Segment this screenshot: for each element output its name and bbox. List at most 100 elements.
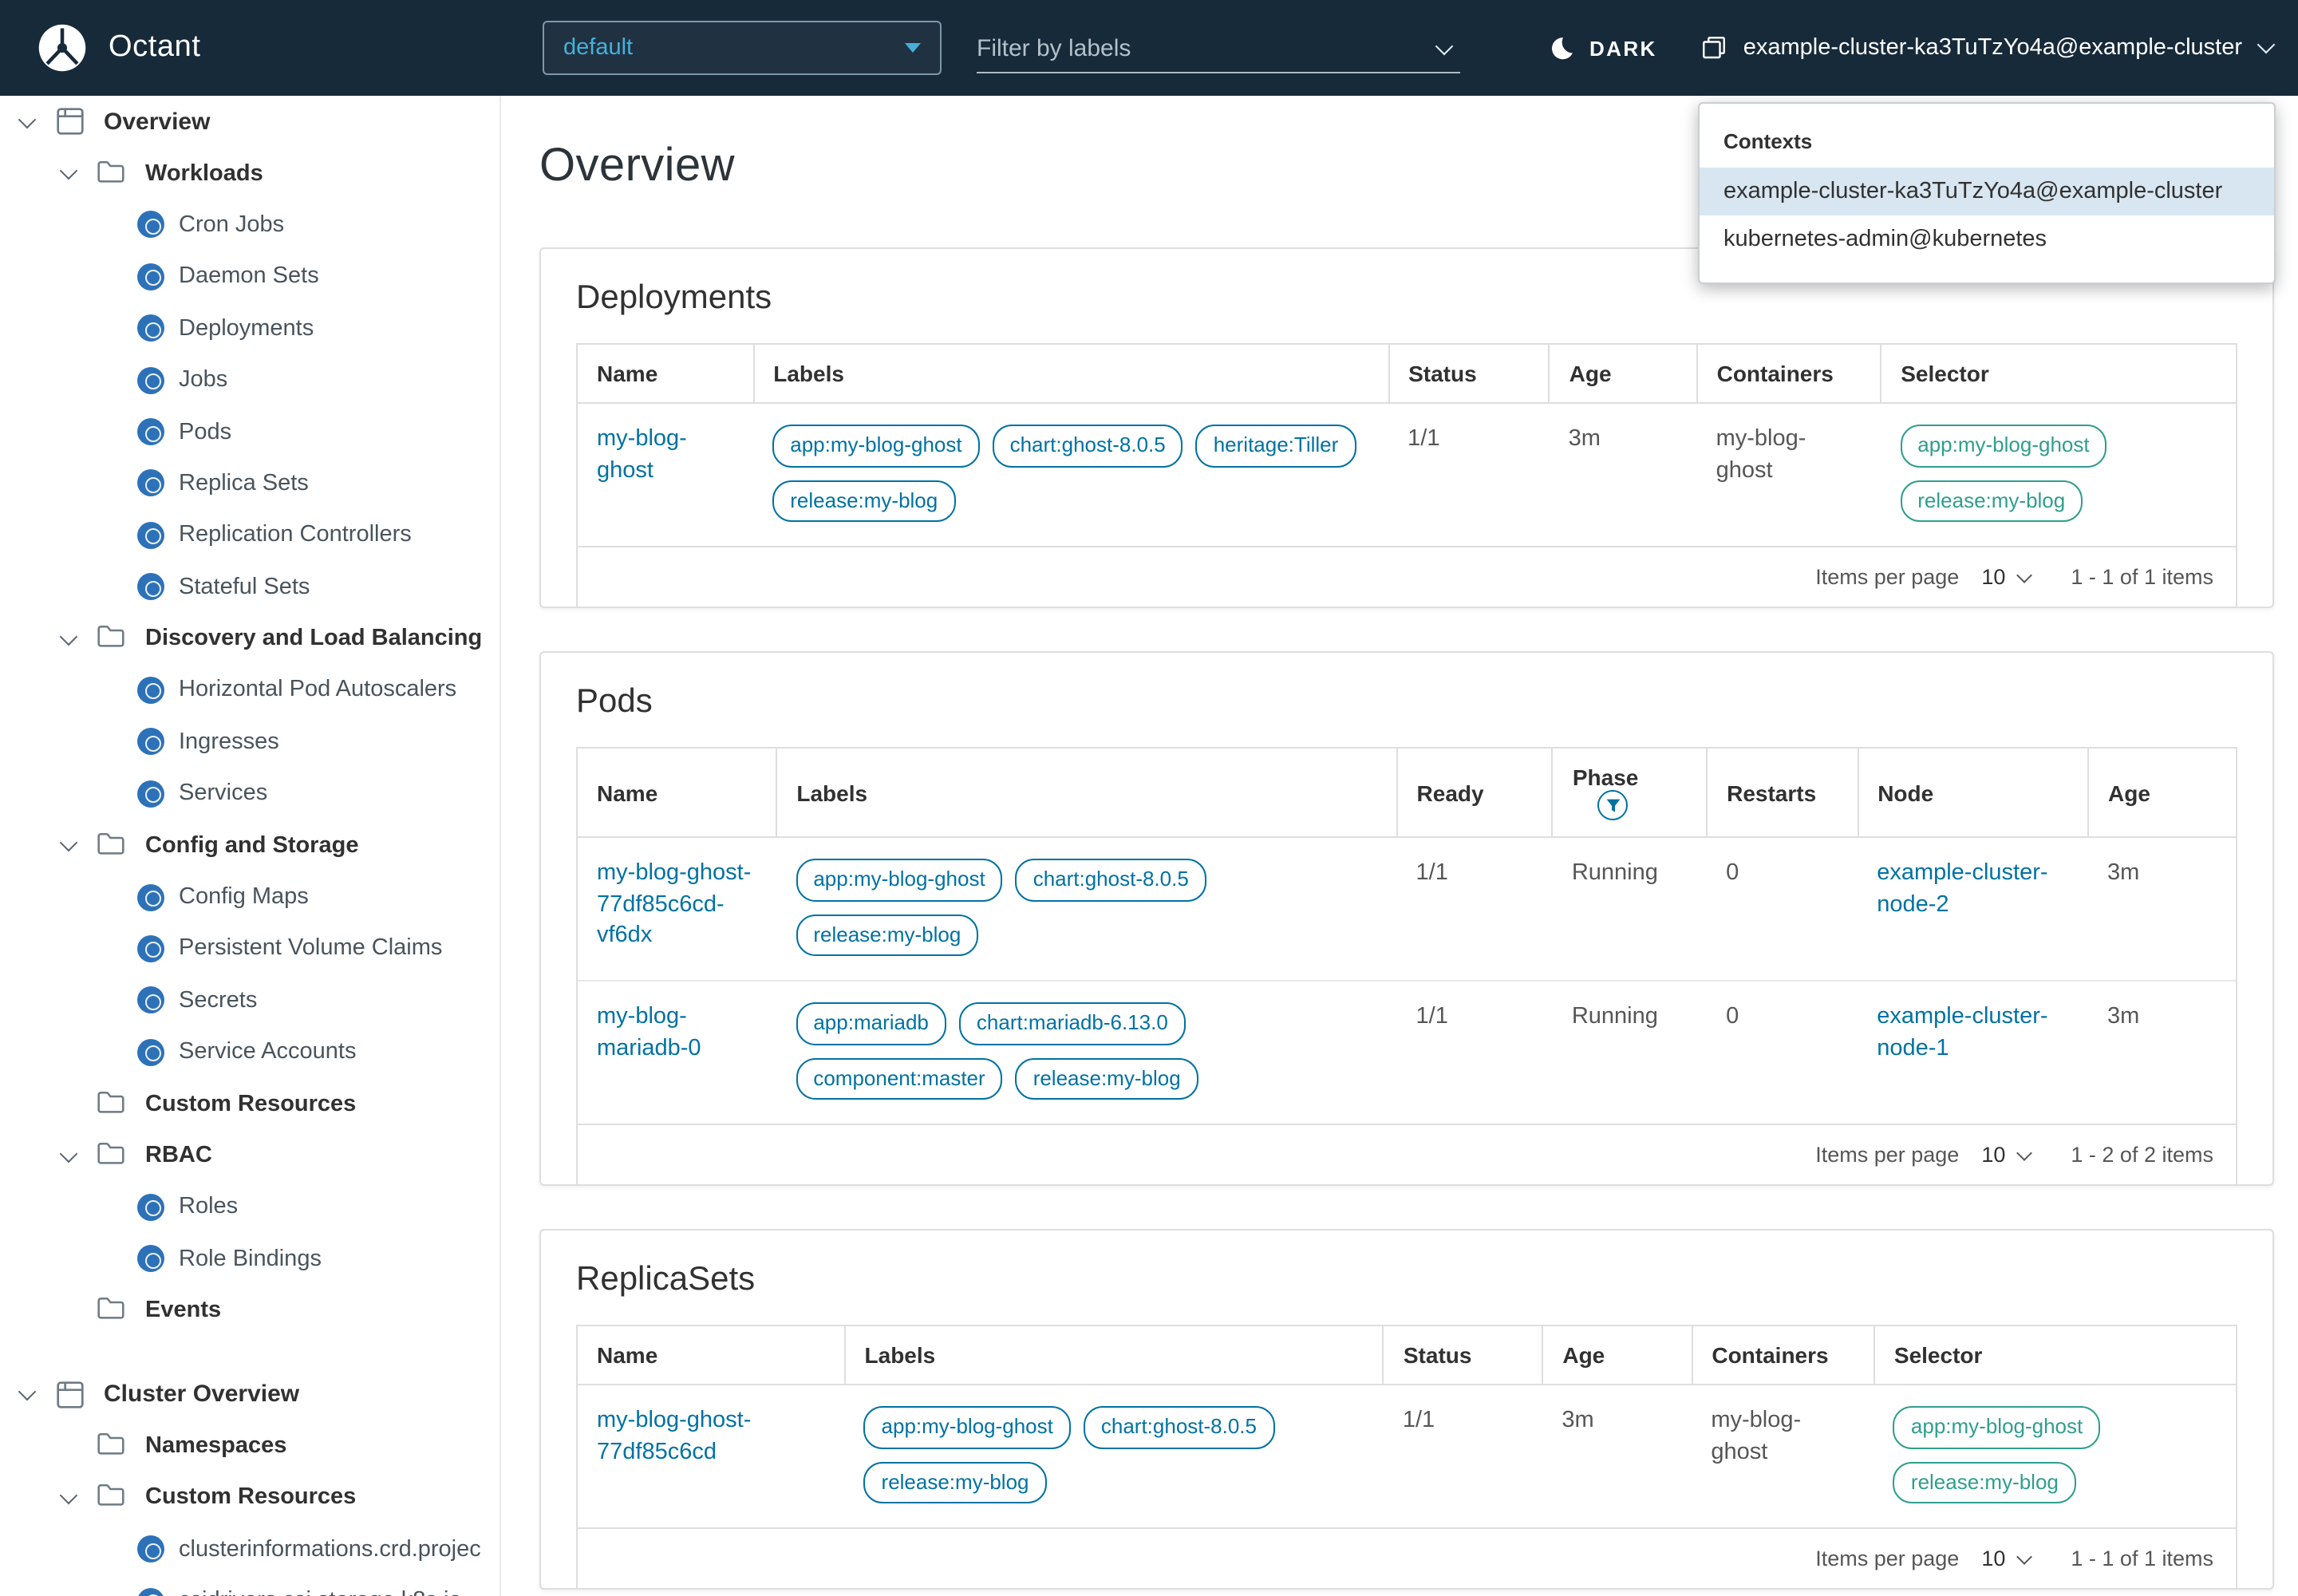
ingresses-icon: [137, 729, 164, 756]
context-menu-item[interactable]: example-cluster-ka3TuTzYo4a@example-clus…: [1700, 168, 2274, 215]
sidebar-item-clusterinformations-crd-projec[interactable]: clusterinformations.crd.projec: [0, 1523, 499, 1575]
sidebar-item-deployments[interactable]: Deployments: [0, 302, 499, 354]
sidebar-item-custom-resources[interactable]: Custom Resources: [0, 1078, 499, 1130]
folder-icon: [97, 831, 126, 859]
chevron-down-icon: [2016, 1549, 2032, 1565]
namespace-select[interactable]: default: [543, 21, 942, 75]
sidebar-item-label: Events: [145, 1298, 221, 1323]
sidebar-item-label: Custom Resources: [145, 1485, 356, 1511]
sidebar-item-config-and-storage[interactable]: Config and Storage: [0, 820, 499, 871]
column-header-label: Name: [597, 1343, 657, 1369]
context-menu-item[interactable]: kubernetes-admin@kubernetes: [1700, 215, 2274, 263]
sidebar-item-label: Persistent Volume Claims: [179, 936, 442, 962]
page-size-select[interactable]: 10: [1981, 1547, 2029, 1571]
column-header-restarts: Restarts: [1707, 749, 1858, 837]
label-filter-input[interactable]: [977, 35, 1395, 62]
sidebar-item-label: Jobs: [179, 367, 227, 393]
filter-icon[interactable]: [1598, 790, 1629, 820]
sidebar-item-csidrivers-csi-storage-k8s-io[interactable]: csidrivers.csi.storage.k8s.io: [0, 1575, 499, 1596]
label-badge: component:master: [796, 1057, 1002, 1100]
stateful-sets-icon: [137, 573, 164, 600]
column-header-label: Name: [597, 780, 657, 805]
sidebar-item-daemon-sets[interactable]: Daemon Sets: [0, 251, 499, 302]
service-accounts-icon: [137, 1038, 164, 1065]
services-icon: [137, 780, 164, 808]
pods-icon: [137, 418, 164, 445]
app-logo-group: Octant: [35, 0, 201, 96]
name-link[interactable]: my-blog-mariadb-0: [597, 1004, 701, 1061]
chevron-down-icon: [2257, 36, 2276, 54]
sidebar-item-services[interactable]: Services: [0, 768, 499, 820]
sidebar-item-ingresses[interactable]: Ingresses: [0, 716, 499, 768]
column-header-label: Containers: [1712, 1343, 1828, 1369]
sidebar-item-secrets[interactable]: Secrets: [0, 974, 499, 1026]
chevron-down-icon[interactable]: [61, 164, 78, 182]
chevron-down-icon[interactable]: [1435, 37, 1454, 55]
sidebar-item-discovery-and-load-balancing[interactable]: Discovery and Load Balancing: [0, 613, 499, 665]
cell-age: 3m: [2088, 981, 2236, 1124]
chevron-down-icon[interactable]: [61, 1147, 78, 1164]
chevron-down-icon[interactable]: [61, 630, 78, 647]
column-header-labels: Labels: [776, 749, 1396, 837]
node-link[interactable]: example-cluster-node-1: [1877, 1004, 2047, 1061]
chevron-down-icon[interactable]: [19, 1385, 37, 1403]
page-size-value: 10: [1981, 1144, 2005, 1167]
sidebar-item-namespaces[interactable]: Namespaces: [0, 1420, 499, 1472]
sidebar-item-label: Namespaces: [145, 1433, 286, 1459]
column-header-label: Age: [1570, 361, 1612, 386]
sidebar-item-custom-resources[interactable]: Custom Resources: [0, 1472, 499, 1523]
sidebar-item-pods[interactable]: Pods: [0, 406, 499, 458]
sidebar-item-label: Overview: [104, 108, 210, 135]
sidebar-item-rbac[interactable]: RBAC: [0, 1130, 499, 1182]
page-size-select[interactable]: 10: [1981, 565, 2029, 589]
cell-labels: app:my-blog-ghostchart:ghost-8.0.5herita…: [753, 403, 1388, 546]
sidebar-item-cron-jobs[interactable]: Cron Jobs: [0, 200, 499, 251]
sidebar-item-overview[interactable]: Overview: [0, 96, 499, 148]
sidebar-item-workloads[interactable]: Workloads: [0, 148, 499, 200]
sidebar-item-jobs[interactable]: Jobs: [0, 354, 499, 406]
sidebar-item-label: Discovery and Load Balancing: [145, 626, 482, 651]
name-link[interactable]: my-blog-ghost: [597, 426, 687, 483]
sidebar-item-roles[interactable]: Roles: [0, 1181, 499, 1233]
card-title: Pods: [541, 653, 2272, 747]
node-link[interactable]: example-cluster-node-2: [1877, 860, 2047, 917]
column-header-phase: Phase: [1553, 749, 1707, 837]
cron-jobs-icon: [137, 211, 164, 239]
context-value: example-cluster-ka3TuTzYo4a@example-clus…: [1743, 35, 2242, 61]
sidebar-item-service-accounts[interactable]: Service Accounts: [0, 1026, 499, 1078]
role-bindings-icon: [137, 1246, 164, 1273]
pagination: Items per page101 - 1 of 1 items: [578, 1528, 2236, 1589]
folder-icon: [97, 624, 126, 653]
chevron-down-icon[interactable]: [61, 1489, 78, 1507]
sidebar-item-persistent-volume-claims[interactable]: Persistent Volume Claims: [0, 923, 499, 975]
name-link[interactable]: my-blog-ghost-77df85c6cd-vf6dx: [597, 860, 751, 948]
applications-icon: [56, 107, 85, 136]
moon-icon: [1548, 34, 1575, 61]
cell-age: 3m: [1542, 1385, 1692, 1528]
page-size-select[interactable]: 10: [1981, 1144, 2029, 1167]
theme-toggle[interactable]: DARK: [1548, 0, 1657, 96]
cell-containers: my-blog-ghost: [1692, 1385, 1874, 1528]
selector-badge: release:my-blog: [1900, 480, 2083, 522]
column-header-name: Name: [578, 749, 776, 837]
sidebar-item-events[interactable]: Events: [0, 1285, 499, 1337]
octant-logo-icon: [35, 21, 89, 75]
pagination: Items per page101 - 2 of 2 items: [578, 1124, 2236, 1185]
sidebar-item-horizontal-pod-autoscalers[interactable]: Horizontal Pod Autoscalers: [0, 665, 499, 717]
context-selector[interactable]: example-cluster-ka3TuTzYo4a@example-clus…: [1700, 0, 2272, 96]
chevron-down-icon[interactable]: [61, 836, 78, 854]
sidebar-item-role-bindings[interactable]: Role Bindings: [0, 1233, 499, 1285]
sidebar-item-config-maps[interactable]: Config Maps: [0, 871, 499, 923]
sidebar-item-replica-sets[interactable]: Replica Sets: [0, 457, 499, 509]
sidebar-item-stateful-sets[interactable]: Stateful Sets: [0, 561, 499, 613]
selector-badge: app:my-blog-ghost: [1900, 425, 2106, 467]
chevron-down-icon[interactable]: [19, 113, 37, 130]
column-header-label: Status: [1404, 1343, 1472, 1369]
column-header-status: Status: [1384, 1327, 1542, 1385]
cell-containers: my-blog-ghost: [1697, 403, 1881, 546]
sidebar-item-label: Daemon Sets: [179, 264, 319, 290]
name-link[interactable]: my-blog-ghost-77df85c6cd: [597, 1408, 751, 1465]
sidebar-item-replication-controllers[interactable]: Replication Controllers: [0, 509, 499, 561]
contexts-dropdown-items: example-cluster-ka3TuTzYo4a@example-clus…: [1700, 168, 2274, 263]
sidebar-item-cluster-overview[interactable]: Cluster Overview: [0, 1369, 499, 1420]
